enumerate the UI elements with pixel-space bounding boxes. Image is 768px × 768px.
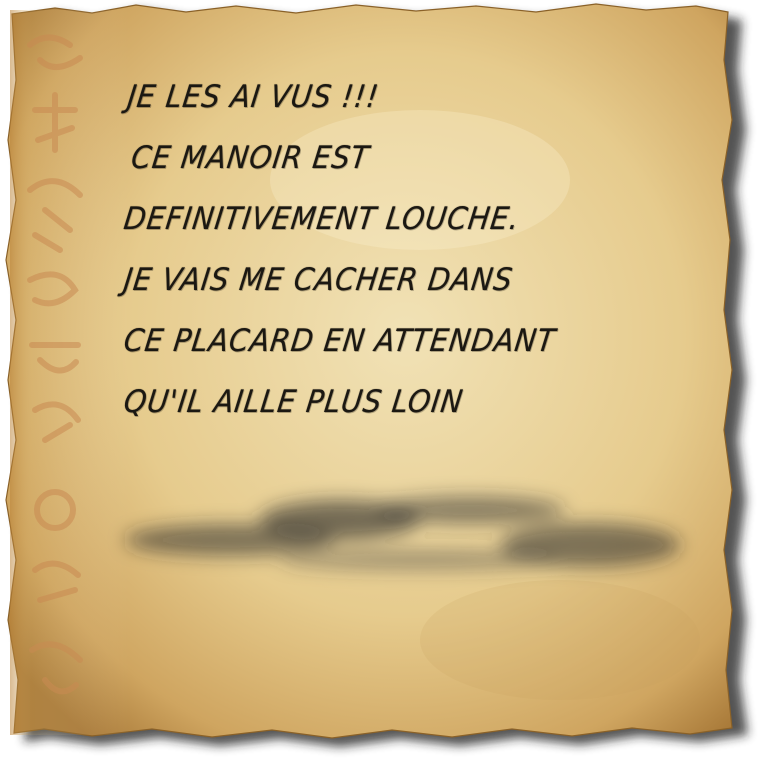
- aged-left-band: [10, 10, 130, 735]
- handwritten-message: JE LES AI VUS !!! CE MANOIR EST DEFINITI…: [121, 79, 694, 448]
- message-line-5: CE PLACARD EN ATTENDANT: [121, 323, 558, 359]
- paper-stain: [420, 580, 700, 700]
- message-line-4: JE VAIS ME CACHER DANS: [121, 262, 516, 298]
- torn-paper-note: JE LES AI VUS !!! CE MANOIR EST DEFINITI…: [0, 0, 768, 768]
- message-line-3: DEFINITIVEMENT LOUCHE.: [121, 201, 522, 237]
- message-line-1: JE LES AI VUS !!!: [125, 79, 382, 115]
- message-line-6: QU'IL AILLE PLUS LOIN: [121, 384, 466, 420]
- message-line-2: CE MANOIR EST: [129, 140, 372, 176]
